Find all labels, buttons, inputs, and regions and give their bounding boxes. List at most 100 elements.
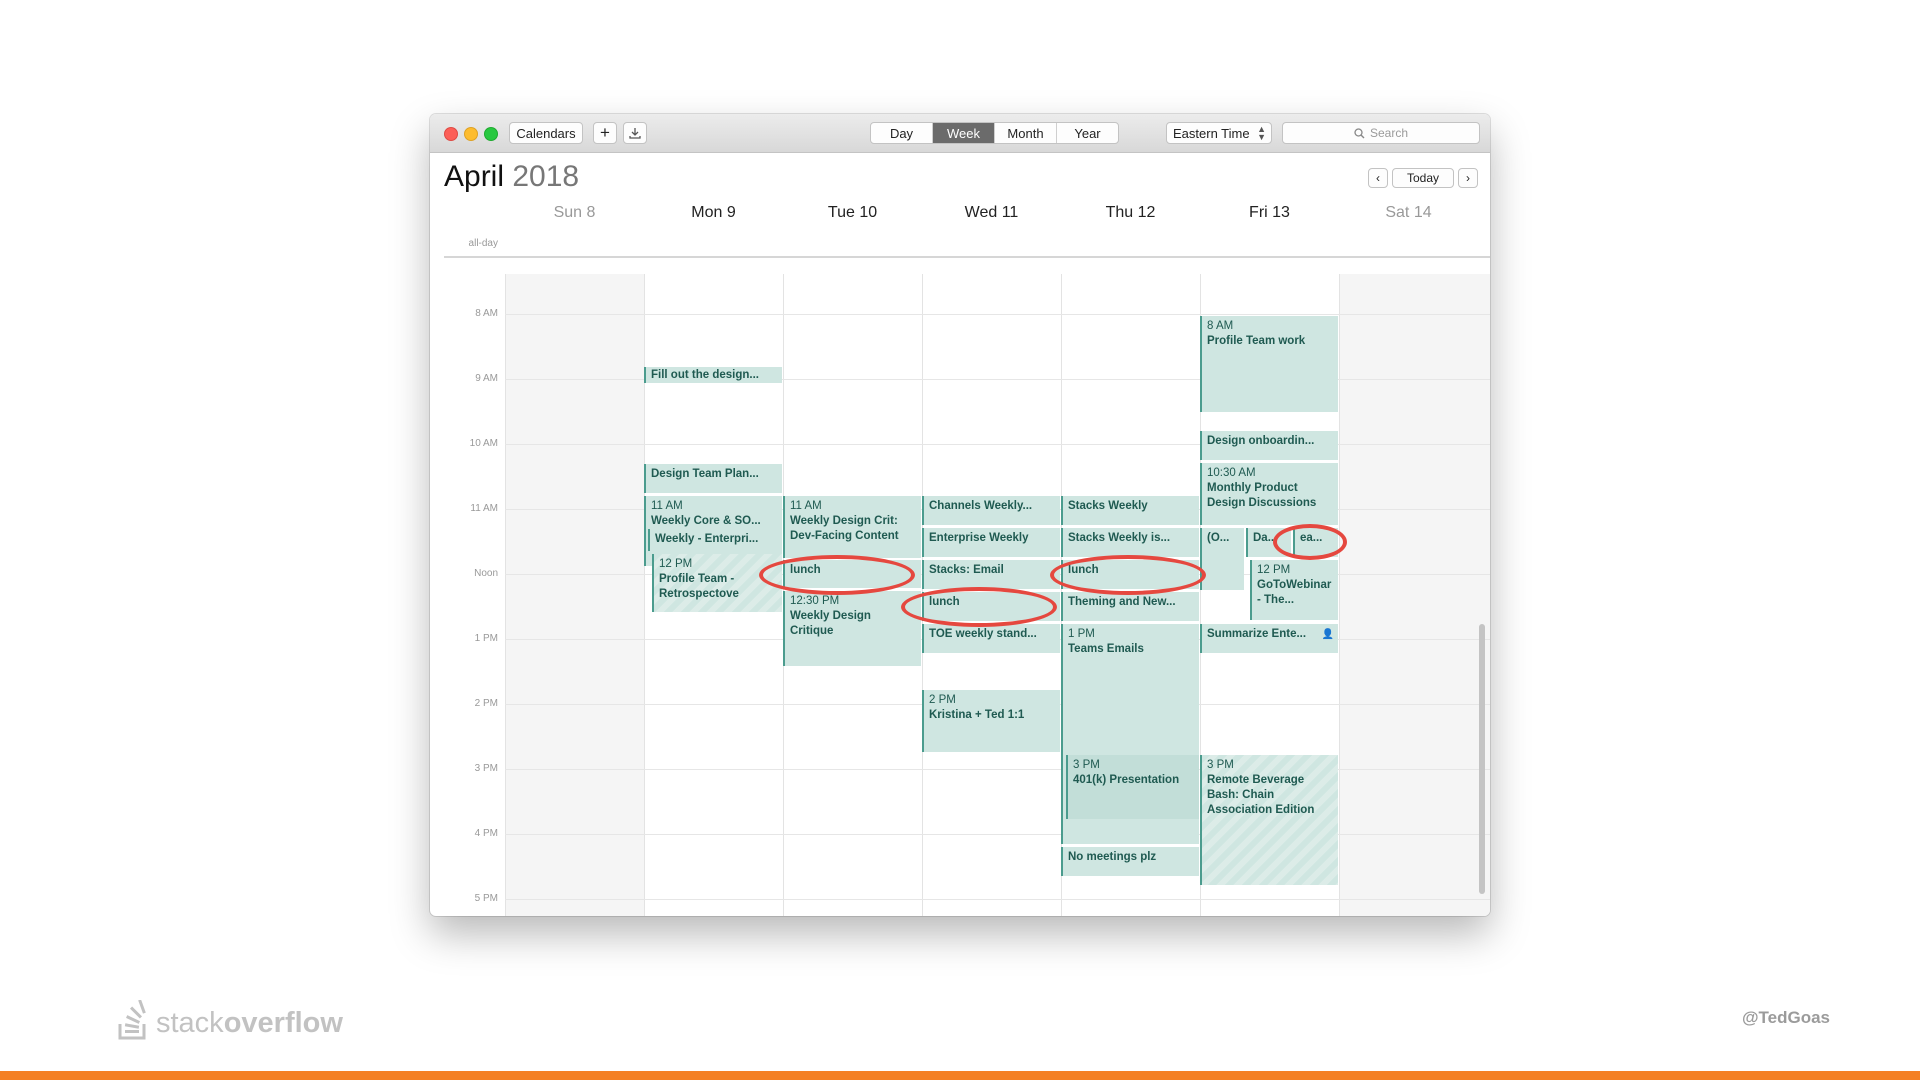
event-profile-retrospective[interactable]: 12 PM Profile Team - Retrospectove [652,554,782,612]
hour-label: 3 PM [474,763,498,774]
event-title: Weekly - Enterpri... [655,533,759,545]
hour-label: 10 AM [469,438,498,449]
previous-week-button[interactable]: ‹ [1368,168,1388,188]
day-header-fri[interactable]: Fri 13 [1200,204,1339,222]
event-title: Enterprise Weekly [929,532,1029,544]
hour-line [505,314,1490,315]
attendees-icon: 👤 [1321,629,1334,640]
event-design-team-plan[interactable]: Design Team Plan... [644,464,782,493]
hour-label: 9 AM [475,373,498,384]
event-title: Design Team Plan... [651,468,759,480]
minimize-window-button[interactable] [464,127,478,141]
event-title: Stacks Weekly is... [1068,532,1171,544]
event-weekly-enterprise[interactable]: Weekly - Enterpri... [648,529,782,551]
event-title: No meetings plz [1068,851,1157,863]
event-title: Theming and New... [1068,596,1176,608]
day-header-mon[interactable]: Mon 9 [644,204,783,222]
event-title: Weekly Design Critique [790,610,871,637]
event-time: 3 PM [1207,759,1234,771]
day-column-sat[interactable] [1339,274,1490,916]
event-title: Stacks: Email [929,564,1004,576]
event-title: Profile Team - Retrospectove [659,573,739,600]
event-time: 1 PM [1068,628,1095,640]
event-title: Stacks Weekly [1068,500,1148,512]
event-title: 401(k) Presentation [1073,774,1180,786]
event-weekly-design-critique[interactable]: 12:30 PM Weekly Design Critique [783,591,921,666]
event-kristina-ted[interactable]: 2 PM Kristina + Ted 1:1 [922,690,1060,752]
hour-label: 5 PM [474,893,498,904]
import-button[interactable] [623,122,647,144]
event-gotowebinar[interactable]: 12 PM GoToWebinar - The... [1250,560,1338,620]
view-day-tab[interactable]: Day [871,123,933,143]
event-summarize-enterprise[interactable]: Summarize Ente... 👤 [1200,624,1338,653]
calendar-header: April 2018 ‹ Today › Sun 8 Mon 9 Tue 10 … [430,152,1490,274]
event-title: GoToWebinar - The... [1257,579,1332,606]
event-time: 3 PM [1073,759,1100,771]
hour-label: 11 AM [470,503,498,514]
event-title: (O... [1207,532,1230,544]
search-placeholder: Search [1369,126,1409,140]
hour-line [505,444,1490,445]
calendar-window: Calendars + Day Week Month Year Eastern … [430,114,1490,916]
event-title: Monthly Product Design Discussions [1207,482,1317,509]
today-button[interactable]: Today [1392,168,1454,188]
hour-label: Noon [474,568,498,579]
day-header-wed[interactable]: Wed 11 [922,204,1061,222]
search-input[interactable]: Search [1282,122,1480,144]
view-week-tab[interactable]: Week [933,123,995,143]
calendars-button[interactable]: Calendars [509,122,583,144]
event-title: Remote Beverage Bash: Chain Association … [1207,774,1315,816]
event-stacks-weekly-is[interactable]: Stacks Weekly is... [1061,528,1199,557]
event-channels-weekly[interactable]: Channels Weekly... [922,496,1060,525]
highlight-circle-lunch-wed [901,587,1057,627]
day-header-sat[interactable]: Sat 14 [1339,204,1478,222]
event-no-meetings[interactable]: No meetings plz [1061,847,1199,876]
event-title: Design onboardin... [1207,435,1315,447]
event-theming-and-new[interactable]: Theming and New... [1061,592,1199,621]
event-profile-team-work[interactable]: 8 AM Profile Team work [1200,316,1338,412]
view-year-tab[interactable]: Year [1057,123,1118,143]
event-stacks-weekly[interactable]: Stacks Weekly [1061,496,1199,525]
event-toe-weekly-standup[interactable]: TOE weekly stand... [922,624,1060,653]
highlight-circle-lunch-tue [759,555,915,595]
day-header-tue[interactable]: Tue 10 [783,204,922,222]
event-monthly-product-design[interactable]: 10:30 AM Monthly Product Design Discussi… [1200,463,1338,525]
event-title: Weekly Design Crit: Dev-Facing Content [790,515,899,542]
highlight-circle-ea [1273,524,1347,560]
all-day-divider [444,256,1490,258]
event-title: Fill out the design... [651,369,759,381]
event-time: 12 PM [1257,564,1291,576]
all-day-label: all-day [468,238,498,249]
event-title: Weekly Core & SO... [651,515,761,527]
logo-text-light: stack [156,1007,224,1039]
event-time: 8 AM [1207,320,1234,332]
event-remote-beverage-bash[interactable]: 3 PM Remote Beverage Bash: Chain Associa… [1200,755,1338,885]
view-month-tab[interactable]: Month [995,123,1057,143]
updown-chevron-icon: ▲ ▼ [1257,124,1266,142]
event-fill-out-design[interactable]: Fill out the design... [644,367,782,383]
add-event-button[interactable]: + [593,122,617,144]
stack-overflow-logo: stackoverflow [118,1000,343,1040]
next-week-button[interactable]: › [1458,168,1478,188]
event-401k-presentation[interactable]: 3 PM 401(k) Presentation [1066,755,1199,819]
event-weekly-design-crit[interactable]: 11 AM Weekly Design Crit: Dev-Facing Con… [783,496,921,558]
download-icon [629,128,641,139]
event-o-truncated[interactable]: (O... [1200,528,1244,590]
day-column-sun[interactable] [505,274,644,916]
event-design-onboarding[interactable]: Design onboardin... [1200,431,1338,460]
day-header-sun[interactable]: Sun 8 [505,204,644,222]
hour-label: 8 AM [475,308,498,319]
day-header-thu[interactable]: Thu 12 [1061,204,1200,222]
vertical-scrollbar[interactable] [1479,624,1485,894]
event-time: 10:30 AM [1207,467,1256,479]
chevron-right-icon: › [1466,171,1470,185]
hour-label: 1 PM [474,633,498,644]
event-stacks-email[interactable]: Stacks: Email [922,560,1060,589]
event-enterprise-weekly[interactable]: Enterprise Weekly [922,528,1060,557]
event-time: 12 PM [659,558,693,570]
event-time: 12:30 PM [790,595,840,607]
author-handle: @TedGoas [1741,1008,1830,1027]
timezone-select[interactable]: Eastern Time ▲ ▼ [1166,122,1272,144]
zoom-window-button[interactable] [484,127,498,141]
close-window-button[interactable] [444,127,458,141]
